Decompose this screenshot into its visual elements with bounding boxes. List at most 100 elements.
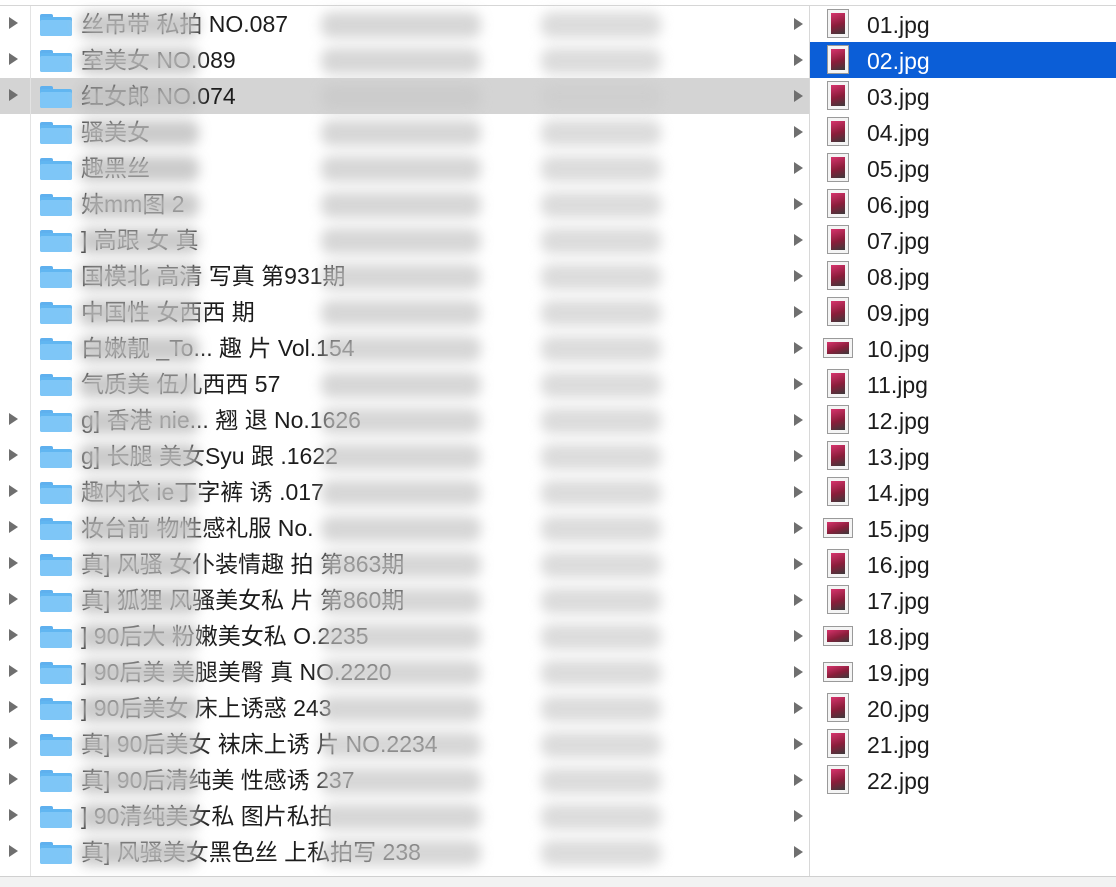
- folder-row[interactable]: 妆台前 物性感礼服 No.: [31, 510, 809, 546]
- parent-folder-row[interactable]: [0, 6, 30, 42]
- parent-folder-row[interactable]: [0, 474, 30, 510]
- chevron-right-icon[interactable]: [794, 270, 803, 282]
- chevron-right-icon[interactable]: [794, 738, 803, 750]
- file-row[interactable]: 02.jpg: [810, 42, 1116, 78]
- file-row[interactable]: 15.jpg: [810, 510, 1116, 546]
- parent-folder-row[interactable]: [0, 258, 30, 294]
- folder-row[interactable]: 气质美 伍儿西西 57: [31, 366, 809, 402]
- disclosure-arrow-icon[interactable]: [9, 53, 18, 65]
- parent-folder-row[interactable]: [0, 78, 30, 114]
- file-row[interactable]: 20.jpg: [810, 690, 1116, 726]
- chevron-right-icon[interactable]: [794, 846, 803, 858]
- chevron-right-icon[interactable]: [794, 342, 803, 354]
- file-row[interactable]: 04.jpg: [810, 114, 1116, 150]
- chevron-right-icon[interactable]: [794, 450, 803, 462]
- folder-row[interactable]: ] 90后美女 床上诱惑 243: [31, 690, 809, 726]
- folder-row[interactable]: ] 90后大 粉嫩美女私 O.2235: [31, 618, 809, 654]
- folder-row[interactable]: 真] 风骚美女黑色丝 上私拍写 238: [31, 834, 809, 870]
- file-row[interactable]: 09.jpg: [810, 294, 1116, 330]
- file-row[interactable]: 12.jpg: [810, 402, 1116, 438]
- file-row[interactable]: 03.jpg: [810, 78, 1116, 114]
- folder-row[interactable]: 真] 狐狸 风骚美女私 片 第860期: [31, 582, 809, 618]
- file-row[interactable]: 08.jpg: [810, 258, 1116, 294]
- parent-folder-row[interactable]: [0, 438, 30, 474]
- parent-folder-row[interactable]: [0, 114, 30, 150]
- parent-folder-row[interactable]: [0, 150, 30, 186]
- folder-row[interactable]: 国模北 高清 写真 第931期: [31, 258, 809, 294]
- chevron-right-icon[interactable]: [794, 54, 803, 66]
- chevron-right-icon[interactable]: [794, 594, 803, 606]
- folder-list-column[interactable]: 丝吊带 私拍 NO.087室美女 NO.089红女郎 NO.074骚美女趣黑丝妹…: [31, 6, 810, 876]
- disclosure-arrow-icon[interactable]: [9, 629, 18, 641]
- parent-folder-row[interactable]: [0, 546, 30, 582]
- disclosure-arrow-icon[interactable]: [9, 449, 18, 461]
- chevron-right-icon[interactable]: [794, 126, 803, 138]
- file-row[interactable]: 06.jpg: [810, 186, 1116, 222]
- parent-folder-row[interactable]: [0, 402, 30, 438]
- parent-folder-row[interactable]: [0, 726, 30, 762]
- disclosure-arrow-icon[interactable]: [9, 773, 18, 785]
- folder-row[interactable]: 中国性 女西西 期: [31, 294, 809, 330]
- folder-row[interactable]: 红女郎 NO.074: [31, 78, 809, 114]
- folder-row[interactable]: 真] 90后美女 袜床上诱 片 NO.2234: [31, 726, 809, 762]
- chevron-right-icon[interactable]: [794, 378, 803, 390]
- chevron-right-icon[interactable]: [794, 18, 803, 30]
- parent-folder-column[interactable]: [0, 6, 31, 876]
- file-list-column[interactable]: 01.jpg 02.jpg 03.jpg 04.jpg 05.jpg 06.jpg 07.j…: [810, 6, 1116, 876]
- parent-folder-row[interactable]: [0, 762, 30, 798]
- chevron-right-icon[interactable]: [794, 522, 803, 534]
- horizontal-scrollbar[interactable]: [0, 876, 1116, 887]
- disclosure-arrow-icon[interactable]: [9, 809, 18, 821]
- folder-row[interactable]: 真] 90后清纯美 性感诱 237: [31, 762, 809, 798]
- parent-folder-row[interactable]: [0, 222, 30, 258]
- folder-row[interactable]: 趣内衣 ie丁字裤 诱 .017: [31, 474, 809, 510]
- file-row[interactable]: 11.jpg: [810, 366, 1116, 402]
- folder-row[interactable]: ] 高跟 女 真: [31, 222, 809, 258]
- folder-row[interactable]: 趣黑丝: [31, 150, 809, 186]
- parent-folder-row[interactable]: [0, 582, 30, 618]
- folder-row[interactable]: g] 长腿 美女Syu 跟 .1622: [31, 438, 809, 474]
- folder-row[interactable]: 真] 风骚 女仆装情趣 拍 第863期: [31, 546, 809, 582]
- file-row[interactable]: 16.jpg: [810, 546, 1116, 582]
- chevron-right-icon[interactable]: [794, 774, 803, 786]
- file-row[interactable]: 01.jpg: [810, 6, 1116, 42]
- file-row[interactable]: 05.jpg: [810, 150, 1116, 186]
- chevron-right-icon[interactable]: [794, 198, 803, 210]
- chevron-right-icon[interactable]: [794, 558, 803, 570]
- parent-folder-row[interactable]: [0, 366, 30, 402]
- file-row[interactable]: 14.jpg: [810, 474, 1116, 510]
- parent-folder-row[interactable]: [0, 294, 30, 330]
- folder-row[interactable]: ] 90清纯美女私 图片私拍: [31, 798, 809, 834]
- chevron-right-icon[interactable]: [794, 810, 803, 822]
- folder-row[interactable]: g] 香港 nie... 翘 退 No.1626: [31, 402, 809, 438]
- disclosure-arrow-icon[interactable]: [9, 701, 18, 713]
- chevron-right-icon[interactable]: [794, 90, 803, 102]
- folder-row[interactable]: 骚美女: [31, 114, 809, 150]
- disclosure-arrow-icon[interactable]: [9, 485, 18, 497]
- file-row[interactable]: 17.jpg: [810, 582, 1116, 618]
- file-row[interactable]: 10.jpg: [810, 330, 1116, 366]
- file-row[interactable]: 21.jpg: [810, 726, 1116, 762]
- parent-folder-row[interactable]: [0, 186, 30, 222]
- chevron-right-icon[interactable]: [794, 486, 803, 498]
- folder-row[interactable]: 丝吊带 私拍 NO.087: [31, 6, 809, 42]
- chevron-right-icon[interactable]: [794, 414, 803, 426]
- parent-folder-row[interactable]: [0, 798, 30, 834]
- disclosure-arrow-icon[interactable]: [9, 89, 18, 101]
- disclosure-arrow-icon[interactable]: [9, 737, 18, 749]
- chevron-right-icon[interactable]: [794, 666, 803, 678]
- file-row[interactable]: 18.jpg: [810, 618, 1116, 654]
- chevron-right-icon[interactable]: [794, 162, 803, 174]
- chevron-right-icon[interactable]: [794, 234, 803, 246]
- parent-folder-row[interactable]: [0, 618, 30, 654]
- disclosure-arrow-icon[interactable]: [9, 521, 18, 533]
- disclosure-arrow-icon[interactable]: [9, 665, 18, 677]
- folder-row[interactable]: 白嫩靓 _To... 趣 片 Vol.154: [31, 330, 809, 366]
- chevron-right-icon[interactable]: [794, 306, 803, 318]
- disclosure-arrow-icon[interactable]: [9, 413, 18, 425]
- parent-folder-row[interactable]: [0, 510, 30, 546]
- parent-folder-row[interactable]: [0, 690, 30, 726]
- folder-row[interactable]: ] 90后美 美腿美臀 真 NO.2220: [31, 654, 809, 690]
- file-row[interactable]: 22.jpg: [810, 762, 1116, 798]
- folder-row[interactable]: 妹mm图 2: [31, 186, 809, 222]
